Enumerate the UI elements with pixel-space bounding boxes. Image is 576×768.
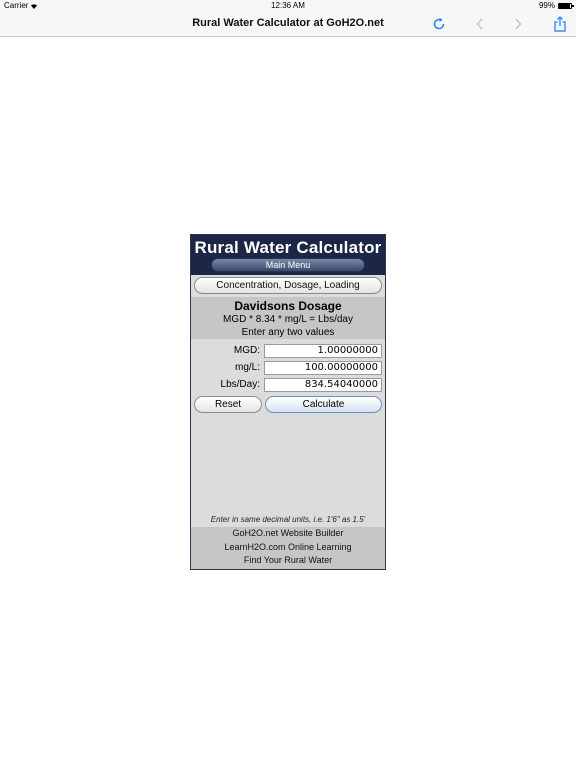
main-menu-button[interactable]: Main Menu [211, 258, 365, 272]
page-title: Rural Water Calculator at GoH2O.net [192, 17, 384, 29]
calculator-title-block: Davidsons Dosage MGD * 8.34 * mg/L = Lbs… [191, 297, 385, 339]
forward-icon[interactable] [509, 15, 527, 33]
status-time: 12:36 AM [271, 1, 305, 10]
back-icon[interactable] [471, 15, 489, 33]
battery-indicator: 99% [538, 1, 574, 10]
calculator-panel: Rural Water Calculator Main Menu Concent… [190, 234, 386, 570]
lbs-day-input[interactable]: 834.54040000 [264, 377, 382, 392]
mgd-label: MGD: [233, 345, 260, 356]
navigation-bar: Rural Water Calculator at GoH2O.net [0, 12, 576, 37]
mgl-row: mg/L: 100.00000000 [194, 359, 382, 376]
app-title: Rural Water Calculator [194, 238, 382, 257]
calculator-name: Davidsons Dosage [234, 299, 342, 313]
battery-icon [558, 2, 574, 9]
battery-percent: 99% [538, 1, 555, 10]
link-goh2o-website-builder[interactable]: GoH2O.net Website Builder [191, 527, 385, 541]
input-rows: MGD: 1.00000000 mg/L: 100.00000000 Lbs/D… [191, 339, 385, 393]
hint-text: Enter any two values [241, 327, 335, 338]
link-learnh2o-online-learning[interactable]: LearnH2O.com Online Learning [191, 541, 385, 555]
calculate-button[interactable]: Calculate [265, 396, 382, 413]
formula-text: MGD * 8.34 * mg/L = Lbs/day [223, 314, 353, 325]
category-button[interactable]: Concentration, Dosage, Loading [194, 277, 382, 294]
lbs-day-row: Lbs/Day: 834.54040000 [194, 376, 382, 393]
mgl-input[interactable]: 100.00000000 [264, 360, 382, 375]
mgl-label: mg/L: [234, 362, 260, 373]
status-bar: Carrier 12:36 AM 99% [0, 0, 576, 12]
mgd-input[interactable]: 1.00000000 [264, 343, 382, 358]
reload-icon[interactable] [430, 15, 448, 33]
reset-button[interactable]: Reset [194, 396, 262, 413]
link-find-rural-water[interactable]: Find Your Rural Water [191, 554, 385, 568]
calculator-header: Rural Water Calculator Main Menu [191, 235, 385, 275]
share-icon[interactable] [551, 15, 569, 33]
units-note: Enter in same decimal units, i.e. 1'6" a… [210, 515, 366, 524]
action-buttons: Reset Calculate [191, 393, 385, 413]
lbs-day-label: Lbs/Day: [220, 379, 260, 390]
footer-links: GoH2O.net Website Builder LearnH2O.com O… [191, 527, 385, 569]
mgd-row: MGD: 1.00000000 [194, 342, 382, 359]
category-bar: Concentration, Dosage, Loading [191, 275, 385, 297]
